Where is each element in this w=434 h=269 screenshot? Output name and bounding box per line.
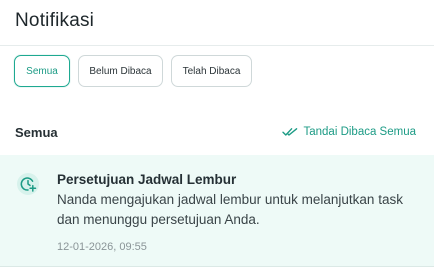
notification-title: Persetujuan Jadwal Lembur (57, 172, 237, 187)
page-header: Notifikasi (0, 0, 434, 46)
notification-message: Nanda mengajukan jadwal lembur untuk mel… (57, 192, 403, 227)
clock-plus-icon (17, 173, 39, 195)
mark-all-read-label: Tandai Dibaca Semua (303, 126, 416, 138)
notification-timestamp: 12-01-2026, 09:55 (57, 241, 147, 253)
section-title: Semua (15, 124, 58, 140)
notification-item[interactable]: Persetujuan Jadwal Lembur Nanda mengajuk… (0, 155, 434, 267)
section-header: Semua Tandai Dibaca Semua (15, 124, 416, 140)
notification-content: Persetujuan Jadwal Lembur Nanda mengajuk… (57, 171, 414, 253)
filter-tab-read[interactable]: Telah Dibaca (171, 55, 252, 87)
filter-tab-unread[interactable]: Belum Dibaca (78, 55, 163, 87)
double-check-icon (282, 127, 298, 137)
filter-tabs: Semua Belum Dibaca Telah Dibaca (14, 55, 252, 87)
filter-tab-all[interactable]: Semua (14, 55, 70, 87)
notifications-page: Notifikasi Semua Belum Dibaca Telah Diba… (0, 0, 434, 269)
page-title: Notifikasi (15, 9, 95, 31)
mark-all-read-button[interactable]: Tandai Dibaca Semua (282, 126, 416, 138)
